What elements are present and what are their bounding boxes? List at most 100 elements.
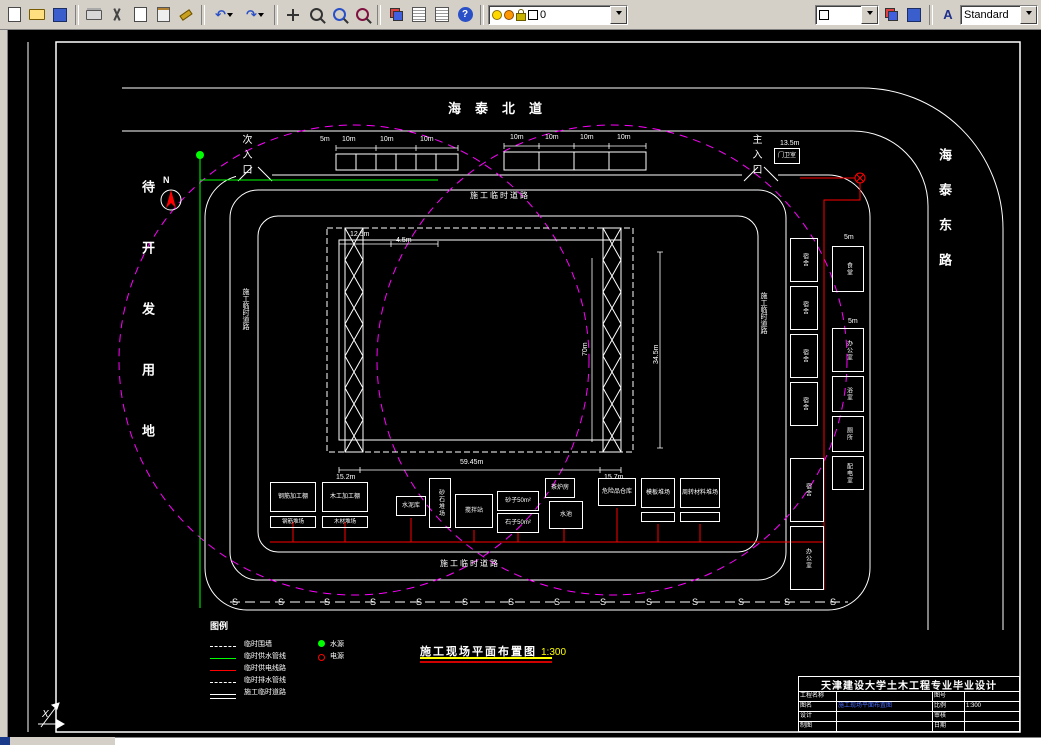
dim-13-5m: 13.5m (780, 140, 800, 147)
tb-cell: 审核 (933, 712, 965, 722)
tb-cell: 比例 (933, 702, 965, 712)
make-object-layer-current-icon[interactable] (903, 3, 925, 26)
dim-15-2m: 15.2m (336, 474, 356, 481)
facility-water-pool: 水池 (549, 501, 583, 529)
pan-icon[interactable] (282, 3, 304, 26)
tb-cell (965, 712, 1019, 722)
facility-turnover-material-yard: 周转材料堆场 (680, 478, 720, 508)
style-name: Standard (964, 8, 1009, 21)
left-toolbar-strip (0, 30, 8, 737)
tb-cell: 图号 (933, 692, 965, 702)
status-corner (0, 737, 10, 745)
undo-icon[interactable]: ↶ (209, 3, 239, 26)
facility-dormitory: 宿舍 (790, 286, 818, 330)
temp-road-label-bottom: 施工临时道路 (440, 559, 500, 568)
legend-power-symbol (210, 670, 236, 671)
plot-icon[interactable] (83, 3, 105, 26)
tb-cell: 制图 (799, 722, 837, 732)
title-block-header: 天津建设大学土木工程专业毕业设计 (799, 677, 1019, 692)
drain-s-mark: S (416, 597, 423, 607)
zoom-window-icon[interactable] (328, 3, 350, 26)
tb-cell-drawing-name: 施工现场平面布置图 (837, 702, 933, 712)
drain-s-mark: S (278, 597, 285, 607)
facility-dormitory: 宿舍 (790, 334, 818, 378)
text-style-icon[interactable]: A (937, 3, 959, 26)
open-icon[interactable] (26, 3, 48, 26)
water-lines (196, 151, 438, 608)
drain-s-mark: S (232, 597, 239, 607)
layer-states-icon[interactable] (408, 3, 430, 26)
paste-icon[interactable] (152, 3, 174, 26)
layer-previous-icon[interactable] (880, 3, 902, 26)
properties-icon[interactable] (431, 3, 453, 26)
dim-10m: 10m (510, 134, 524, 141)
match-properties-icon[interactable] (175, 3, 197, 26)
sheet-border (27, 41, 1021, 733)
tb-cell: 图名 (799, 702, 837, 712)
dim-5m: 5m (844, 234, 854, 241)
legend-drain-symbol (210, 682, 236, 683)
legend-drain-label: 临时排水管线 (244, 677, 286, 684)
facility-bathroom: 浴室 (832, 376, 864, 412)
facility-yard-strip (641, 512, 675, 522)
style-combo[interactable]: Standard (960, 4, 1038, 25)
layer-combo-arrow[interactable] (610, 5, 627, 24)
title-block-row: 制图 日期 (799, 722, 1019, 732)
drain-s-mark: S (324, 597, 331, 607)
tb-cell: 日期 (933, 722, 965, 732)
title-block-row: 图名 施工现场平面布置图 比例 1:300 (799, 702, 1019, 712)
gates (237, 166, 779, 182)
layer-lock-icon[interactable] (516, 8, 526, 21)
title-block-row: 工程名称 图号 (799, 692, 1019, 702)
layer-combo[interactable]: 0 (488, 4, 628, 25)
tb-cell (837, 692, 933, 702)
facility-office: 办公室 (790, 526, 824, 590)
legend-fence-symbol (210, 646, 236, 647)
drain-s-mark: S (738, 597, 745, 607)
temp-road-label-right: 施工临时道路 (760, 292, 767, 334)
current-color-swatch (819, 9, 829, 20)
top-toolbar: ↶ ↷ ? 0 A Standard (0, 0, 1041, 30)
temp-road-label-left: 施工临时道路 (242, 288, 249, 330)
layer-color-swatch[interactable] (528, 9, 538, 20)
drain-s-mark: S (830, 597, 837, 607)
legend-fence-label: 临时围墙 (244, 641, 272, 648)
layer-freeze-icon[interactable] (504, 9, 514, 20)
new-icon[interactable] (3, 3, 25, 26)
legend-power-label: 临时供电线路 (244, 665, 286, 672)
facility-gravel-yard: 石子50m² (497, 513, 539, 533)
facility-mixing-station: 搅拌站 (455, 494, 493, 528)
dim-34-5m: 34.5m (653, 344, 660, 364)
zoom-realtime-icon[interactable] (305, 3, 327, 26)
save-icon[interactable] (49, 3, 71, 26)
color-combo-arrow[interactable] (861, 5, 878, 24)
facility-canteen: 食堂 (832, 246, 864, 292)
color-combo[interactable] (815, 4, 879, 25)
zoom-previous-icon[interactable] (351, 3, 373, 26)
redo-icon[interactable]: ↷ (240, 3, 270, 26)
primary-entrance-label: 主入口 (750, 134, 761, 179)
layer-on-icon[interactable] (492, 9, 502, 20)
building-outline (326, 227, 634, 453)
copy-icon[interactable] (129, 3, 151, 26)
dim-5m: 5m (848, 318, 858, 325)
tb-cell (965, 722, 1019, 732)
north-road-label: 海泰北道 (448, 101, 557, 116)
cut-icon[interactable] (106, 3, 128, 26)
facility-dormitory: 宿舍 (790, 382, 818, 426)
title-underline-red (420, 661, 552, 663)
drawing-canvas[interactable]: 海泰北道 海泰东路 待开发用地 次入口 主入口 施工临时道路 施工临时道路 施工… (8, 30, 1041, 737)
dim-10m: 10m (617, 134, 631, 141)
command-input[interactable] (115, 737, 1041, 745)
layer-name: 0 (540, 8, 547, 21)
layer-manager-icon[interactable] (385, 3, 407, 26)
legend-water-source-label: 水源 (330, 641, 344, 648)
help-icon[interactable]: ? (454, 3, 476, 26)
tb-cell: 工程名称 (799, 692, 837, 702)
east-road-label: 海泰东路 (937, 148, 952, 288)
toolbar-separator (201, 4, 205, 25)
dim-10m: 10m (545, 134, 559, 141)
toolbar-separator (480, 4, 484, 25)
dim-59-45m: 59.45m (460, 459, 484, 466)
style-combo-arrow[interactable] (1020, 5, 1037, 24)
